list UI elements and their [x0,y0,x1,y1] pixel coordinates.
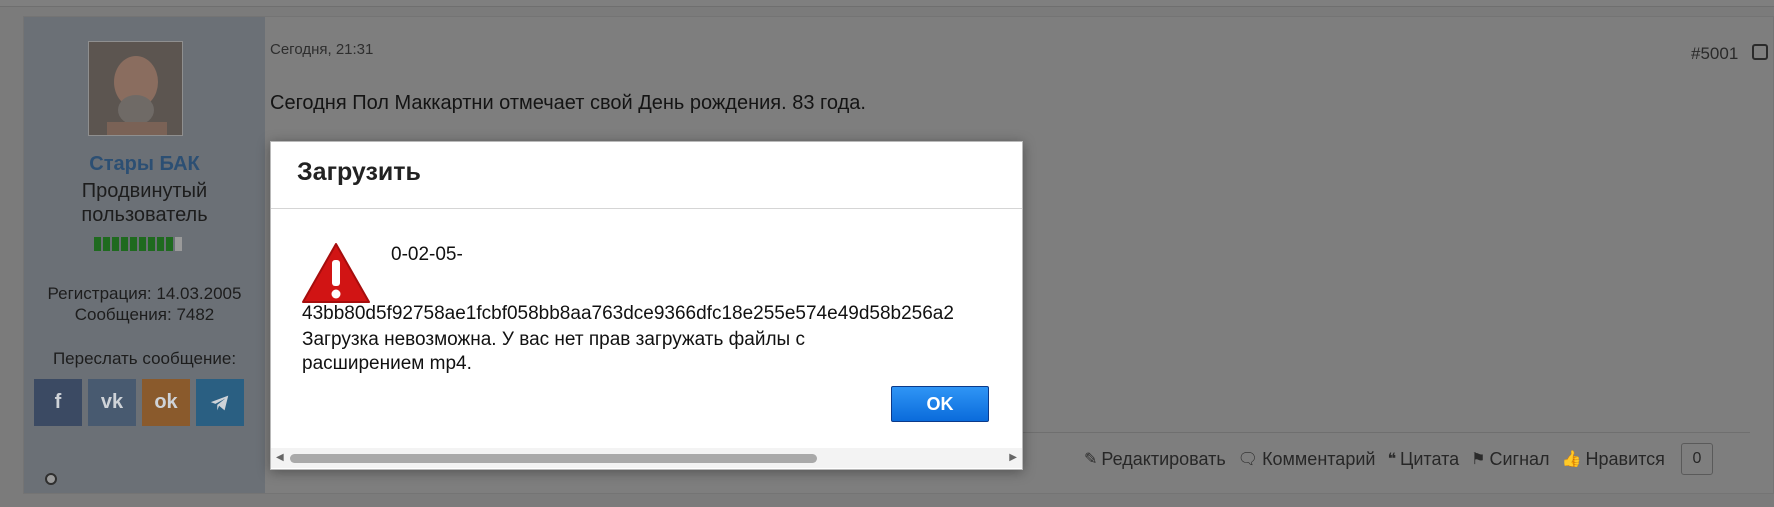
dialog-divider [271,208,1022,209]
file-id-line1: 0-02-05- [391,244,463,265]
reputation-segment [121,237,128,251]
author-rank-line2: пользователь [81,204,208,226]
reputation-segment [112,237,119,251]
reputation-segment [139,237,146,251]
reputation-segment [94,237,101,251]
like-button[interactable]: 👍 Нравится [1562,449,1665,470]
like-label: Нравится [1585,448,1665,469]
quote-icon: ❝ [1387,451,1397,468]
thumbs-up-icon: 👍 [1561,451,1582,468]
post-number[interactable]: #5001 [1691,44,1738,64]
scroll-left-icon[interactable]: ◀ [276,452,284,463]
online-status-icon [45,473,57,485]
post-select-checkbox[interactable] [1752,44,1768,60]
scroll-right-icon[interactable]: ▶ [1009,452,1017,463]
comment-button[interactable]: 🗨 Комментарий [1238,449,1376,470]
comment-icon: 🗨 [1237,451,1259,468]
ok-button[interactable]: OK [891,386,989,422]
share-label: Переслать сообщение: [52,349,237,368]
author-rank: Продвинутый пользователь [24,179,265,227]
like-count: 0 [1680,443,1713,475]
reputation-segment [166,237,173,251]
reputation-segment [157,237,164,251]
post-text: Сегодня Пол Маккартни отмечает свой День… [270,92,866,114]
report-label: Сигнал [1489,448,1550,469]
edit-label: Редактировать [1101,448,1226,469]
scrollbar-thumb[interactable] [290,454,817,463]
post-author-sidebar: Стары БАК Продвинутый пользователь Регис… [24,17,265,493]
upload-error-dialog: Загрузить 0-02-05- 43bb80d5f92758ae1fcbf… [270,141,1023,470]
horizontal-scrollbar[interactable]: ◀ ▶ [271,448,1022,468]
dialog-title: Загрузить [297,158,421,186]
author-info: Регистрация: 14.03.2005 Сообщения: 7482 [24,283,265,325]
vk-icon[interactable]: vk [88,379,136,426]
post-date: Сегодня, 21:31 [270,41,374,58]
file-id-line2: 43bb80d5f92758ae1fcbf058bb8aa763dce9366d… [302,303,954,324]
top-border [0,0,1774,7]
author-rank-line1: Продвинутый [81,180,208,202]
reputation-segment [148,237,155,251]
author-messages: Сообщения: 7482 [74,305,215,324]
author-username[interactable]: Стары БАК [24,153,265,176]
odnoklassniki-icon[interactable]: ok [142,379,190,426]
quote-label: Цитата [1400,448,1460,469]
flag-icon: ⚑ [1471,451,1486,468]
reputation-segment [175,237,182,251]
share-buttons: f vk ok [34,379,244,426]
quote-button[interactable]: ❝ Цитата [1387,449,1459,470]
reputation-segment [103,237,110,251]
author-registration: Регистрация: 14.03.2005 [47,284,242,303]
warning-icon [302,243,370,303]
edit-button[interactable]: ✎ Редактировать [1084,449,1226,470]
comment-label: Комментарий [1262,448,1376,469]
reputation-segment [130,237,137,251]
pencil-icon: ✎ [1084,451,1098,468]
error-message: Загрузка невозможна. У вас нет прав загр… [302,329,805,374]
avatar[interactable] [88,41,183,136]
telegram-icon[interactable] [196,379,244,426]
post-actions: ✎ Редактировать 🗨 Комментарий ❝ Цитата ⚑… [1084,440,1713,478]
reputation-bar [94,237,182,251]
post-pointer [265,67,279,91]
report-button[interactable]: ⚑ Сигнал [1471,449,1549,470]
facebook-icon[interactable]: f [34,379,82,426]
